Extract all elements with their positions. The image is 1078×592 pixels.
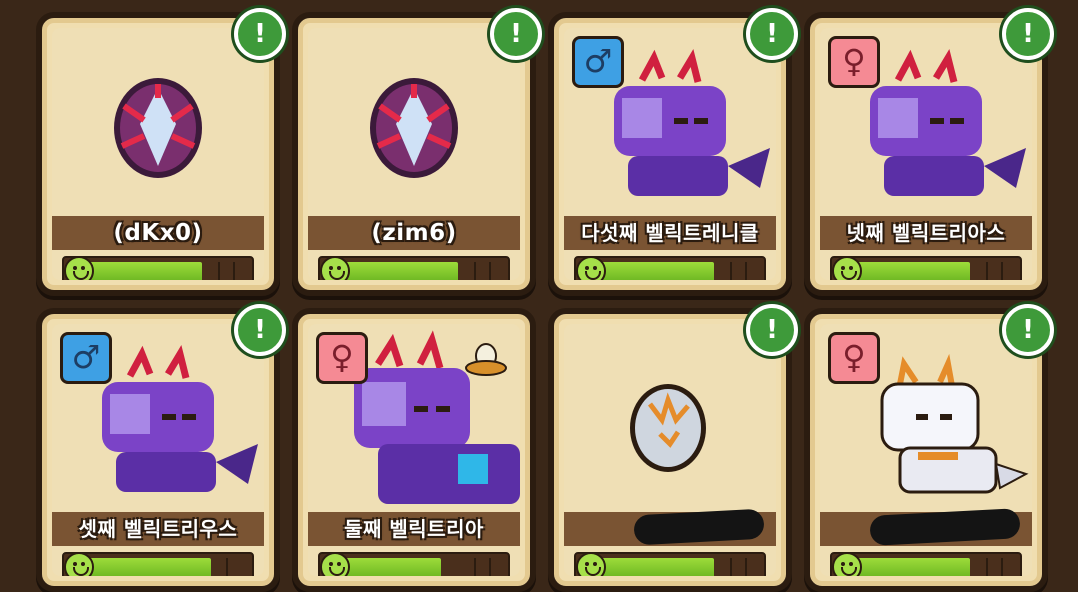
smile-icon <box>320 256 350 280</box>
egg-dragon-icon <box>114 78 202 178</box>
happiness-bar <box>318 256 510 280</box>
creature-name: (zim6) <box>371 220 457 246</box>
creature-name: (dKx0) <box>113 220 203 246</box>
male-icon: ♂ <box>572 36 624 88</box>
smile-icon <box>832 552 862 576</box>
creature-card-4[interactable]: ♀ 넷째 벨릭트리아스 ! <box>804 8 1054 296</box>
bar-segment <box>474 558 477 576</box>
happiness-bar <box>62 256 254 280</box>
happiness-bar <box>574 256 766 280</box>
creature-name: 다섯째 벨릭트레니클 <box>581 221 759 245</box>
nest-egg-icon <box>465 343 507 376</box>
art-area <box>308 28 520 216</box>
creature-name: 넷째 벨릭트리아스 <box>846 221 1006 245</box>
bar-segment <box>986 262 989 280</box>
male-icon: ♂ <box>60 332 112 384</box>
smile-icon <box>320 552 350 576</box>
happiness-fill <box>76 262 202 280</box>
alert-icon[interactable]: ! <box>490 8 542 60</box>
alert-icon[interactable]: ! <box>746 8 798 60</box>
alert-icon[interactable]: ! <box>234 8 286 60</box>
smile-icon <box>576 256 606 280</box>
female-icon: ♀ <box>316 332 368 384</box>
smile-icon <box>64 256 94 280</box>
female-icon: ♀ <box>828 36 880 88</box>
smile-icon <box>576 552 606 576</box>
happiness-bar <box>62 552 254 576</box>
creature-card-3[interactable]: ♂ 다섯째 벨릭트레니클 ! <box>548 8 798 296</box>
creature-card-6[interactable]: ♀ 둘째 벨릭트리아 <box>292 308 536 592</box>
happiness-bar <box>318 552 510 576</box>
creature-card-8[interactable]: ♀ ! <box>804 304 1054 592</box>
bar-segment <box>730 558 733 576</box>
happiness-bar <box>830 256 1022 280</box>
happiness-fill <box>844 262 970 280</box>
creature-card-2[interactable]: (zim6) ! <box>292 8 542 296</box>
alert-icon[interactable]: ! <box>746 304 798 356</box>
bar-segment <box>225 558 228 576</box>
alert-icon[interactable]: ! <box>234 304 286 356</box>
creature-card-1[interactable]: (dKx0) ! <box>36 8 286 296</box>
smile-icon <box>832 256 862 280</box>
smile-icon <box>64 552 94 576</box>
happiness-bar <box>574 552 766 576</box>
happiness-fill <box>332 262 458 280</box>
alert-icon[interactable]: ! <box>1002 304 1054 356</box>
bar-segment <box>745 262 748 280</box>
alert-icon[interactable]: ! <box>1002 8 1054 60</box>
happiness-fill <box>76 558 212 576</box>
creature-card-5[interactable]: ♂ 셋째 벨릭트리우스 ! <box>36 304 286 592</box>
white-egg-icon <box>630 384 706 472</box>
happiness-fill <box>588 558 714 576</box>
creature-name <box>820 510 1032 548</box>
female-icon: ♀ <box>828 332 880 384</box>
bar-segment <box>745 558 748 576</box>
bar-segment <box>986 558 989 576</box>
art-area <box>52 28 264 216</box>
creature-name: 셋째 벨릭트리우스 <box>78 517 238 541</box>
bar-segment <box>1001 558 1004 576</box>
bar-segment <box>233 262 236 280</box>
happiness-fill <box>844 558 970 576</box>
creature-name <box>564 510 776 548</box>
bar-segment <box>1001 262 1004 280</box>
bar-segment <box>474 262 477 280</box>
creature-name: 둘째 벨릭트리아 <box>344 517 484 541</box>
art-area <box>564 324 776 512</box>
egg-dragon-icon <box>370 78 458 178</box>
bar-segment <box>730 262 733 280</box>
happiness-bar <box>830 552 1022 576</box>
bar-segment <box>489 262 492 280</box>
bar-segment <box>489 558 492 576</box>
bar-segment <box>218 262 221 280</box>
creature-card-7[interactable]: ! <box>548 304 798 592</box>
happiness-fill <box>588 262 714 280</box>
